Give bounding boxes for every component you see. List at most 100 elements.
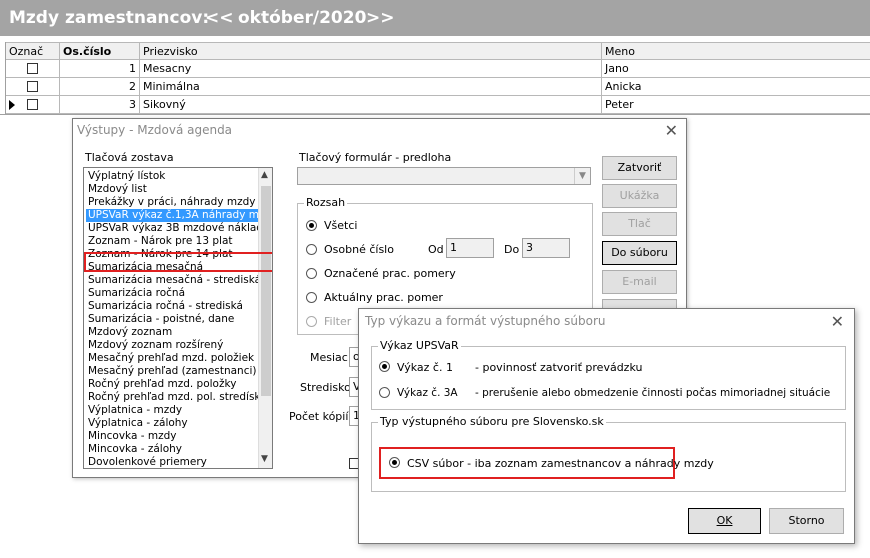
table-row[interactable]: 3 Sikovný Peter (6, 96, 870, 114)
range-marked-label: Označené prac. pomery (324, 267, 456, 280)
cell-surname: Sikovný (140, 96, 602, 114)
report-1-radio[interactable] (379, 361, 390, 372)
csv-radio[interactable] (389, 457, 400, 468)
od-input[interactable]: 1 (446, 238, 494, 258)
report-listbox[interactable]: Výplatný lístok Mzdový list Prekážky v prá… (83, 167, 273, 469)
window-title: Mzdy zamestnancov: (9, 8, 210, 28)
report-list-item[interactable]: Sumarizácia - poistné, dane (88, 313, 234, 326)
copies-label: Počet kópií (289, 410, 349, 423)
form-template-select[interactable]: ▼ (297, 167, 591, 185)
output-file-group-label: Typ výstupného súboru pre Slovensko.sk (378, 415, 606, 428)
report-3a-radio[interactable] (379, 387, 390, 398)
od-label: Od (428, 243, 444, 256)
range-current-label: Aktuálny prac. pomer (324, 291, 443, 304)
email-button[interactable]: E-mail (602, 270, 677, 294)
report-list-item[interactable]: Ročný prehľad mzd. pol. stredísk (88, 391, 261, 404)
close-button[interactable]: Zatvoriť (602, 156, 677, 180)
report-3a-prefix: Výkaz č. 3A (397, 387, 458, 399)
report-type-dialog-title: Typ výkazu a formát výstupného súboru (365, 314, 606, 328)
grid-divider (0, 114, 870, 115)
report-list-item[interactable]: Mesačný prehľad (zamestnanci) (88, 365, 257, 378)
report-list-item[interactable]: Mincovka - mzdy (88, 430, 176, 443)
cell-number: 2 (60, 78, 140, 96)
range-filter-radio[interactable] (306, 316, 317, 327)
report-list-item[interactable]: Výplatný lístok (88, 170, 165, 183)
scroll-down-icon[interactable]: ▼ (261, 454, 268, 464)
ok-button[interactable]: OK (688, 508, 761, 534)
range-marked-radio[interactable] (306, 268, 317, 279)
report-list-item[interactable]: UPSVaR výkaz č.1,3A náhrady mzd (86, 209, 271, 222)
report-list-item[interactable]: Výplatnica - mzdy (88, 404, 182, 417)
report-list-item[interactable]: Sumarizácia ročná - strediská (88, 300, 243, 313)
report-1-text: - povinnosť zatvoriť prevádzku (475, 361, 643, 374)
report-list-item[interactable]: Prekážky v práci, náhrady mzdy (88, 196, 255, 209)
report-type-dialog: Typ výkazu a formát výstupného súboru ✕ … (358, 308, 855, 544)
report-list-item[interactable]: Mzdový zoznam (88, 326, 172, 339)
cell-name: Anicka (602, 78, 870, 96)
next-period-button[interactable]: >> (366, 8, 395, 28)
table-row[interactable]: 1 Mesacny Jano (6, 60, 870, 78)
highlight-box (84, 252, 272, 272)
column-header-number[interactable]: Os.číslo (60, 42, 140, 60)
cell-surname: Mesacny (140, 60, 602, 78)
row-checkbox[interactable] (27, 81, 38, 92)
row-checkbox[interactable] (27, 63, 38, 74)
output-file-group: Typ výstupného súboru pre Slovensko.sk C… (371, 415, 846, 492)
range-personal-number-label: Osobné číslo (324, 243, 394, 256)
report-label: Tlačová zostava (85, 151, 174, 164)
column-header-mark[interactable]: Označ (6, 42, 60, 60)
chevron-down-icon: ▼ (574, 168, 590, 184)
employee-grid: Označ Os.číslo Priezvisko Meno 1 Mesacny… (5, 42, 870, 114)
cell-name: Jano (602, 60, 870, 78)
current-row-marker-icon (9, 100, 15, 110)
csv-option-label: CSV súbor - iba zoznam zamestnancov a ná… (407, 457, 714, 470)
cell-number: 1 (60, 60, 140, 78)
window-title-bar: Mzdy zamestnancov: << október/2020 >> (0, 0, 870, 36)
period-label: október/2020 (238, 8, 367, 28)
upsvar-report-group: Výkaz UPSVaR Výkaz č. 1 - povinnosť zatv… (371, 339, 846, 410)
grid-header: Označ Os.číslo Priezvisko Meno (6, 42, 870, 60)
report-list-item[interactable]: Zoznam - Nárok pre 13 plat (88, 235, 233, 248)
report-list-item[interactable]: Ročný prehľad mzd. položky (88, 378, 236, 391)
close-icon[interactable]: ✕ (831, 312, 844, 331)
scroll-up-icon[interactable]: ▲ (261, 170, 268, 180)
listbox-scrollbar[interactable]: ▲ ▼ (258, 168, 272, 468)
column-header-surname[interactable]: Priezvisko (140, 42, 602, 60)
range-all-radio[interactable] (306, 220, 317, 231)
report-list-item[interactable]: Mesačný prehľad mzd. položiek (88, 352, 254, 365)
outputs-dialog-title: Výstupy - Mzdová agenda (77, 123, 233, 137)
cancel-button[interactable]: Storno (769, 508, 844, 534)
cell-surname: Minimálna (140, 78, 602, 96)
report-list-item[interactable]: Mzdový list (88, 183, 147, 196)
report-list-item[interactable]: Sumarizácia mesačná - strediská (88, 274, 261, 287)
range-personal-number-radio[interactable] (306, 244, 317, 255)
report-list-item[interactable]: Mzdový zoznam rozšírený (88, 339, 223, 352)
table-row[interactable]: 2 Minimálna Anicka (6, 78, 870, 96)
cell-number: 3 (60, 96, 140, 114)
range-all-label: Všetci (324, 219, 358, 232)
row-checkbox[interactable] (27, 99, 38, 110)
print-button[interactable]: Tlač (602, 212, 677, 236)
range-current-radio[interactable] (306, 292, 317, 303)
preview-button[interactable]: Ukážka (602, 184, 677, 208)
cell-name: Peter (602, 96, 870, 114)
upsvar-group-label: Výkaz UPSVaR (378, 339, 461, 352)
month-label: Mesiac (310, 351, 348, 364)
report-list-item[interactable]: Sumarizácia ročná (88, 287, 185, 300)
scroll-thumb[interactable] (261, 186, 271, 396)
close-icon[interactable]: ✕ (665, 121, 678, 140)
do-label: Do (504, 243, 520, 256)
range-group-label: Rozsah (304, 196, 348, 209)
center-label: Stredisko (300, 381, 351, 394)
report-list-item[interactable]: UPSVaR výkaz 3B mzdové náklady (88, 222, 269, 235)
report-3a-text: - prerušenie alebo obmedzenie činnosti p… (475, 387, 831, 399)
report-list-item[interactable]: Dovolenkové priemery (88, 456, 207, 468)
prev-period-button[interactable]: << (205, 8, 234, 28)
range-filter-label: Filter (324, 315, 352, 328)
do-input[interactable]: 3 (522, 238, 570, 258)
to-file-button[interactable]: Do súboru (602, 241, 677, 265)
form-label: Tlačový formulár - predloha (299, 151, 452, 164)
report-list-item[interactable]: Výplatnica - zálohy (88, 417, 188, 430)
report-list-item[interactable]: Mincovka - zálohy (88, 443, 182, 456)
column-header-name[interactable]: Meno (602, 42, 870, 60)
